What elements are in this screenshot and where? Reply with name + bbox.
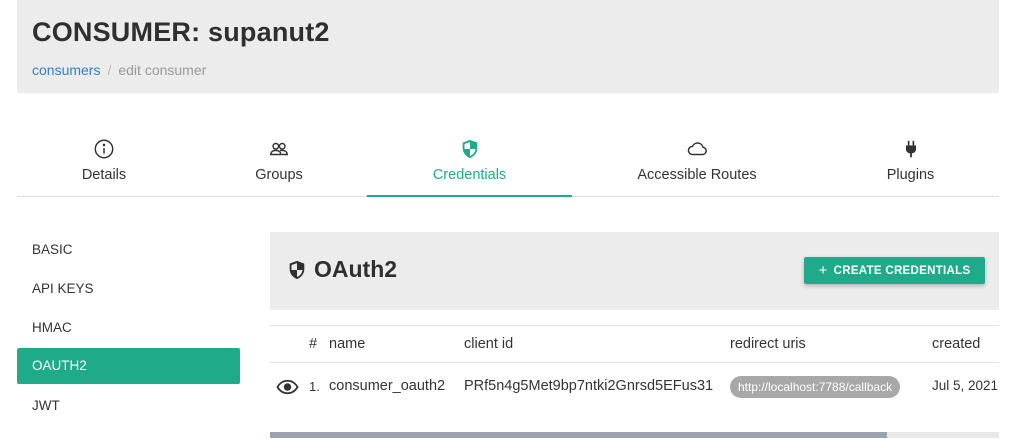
table-header-divider xyxy=(270,362,999,363)
tab-plugins[interactable]: Plugins xyxy=(822,128,999,197)
tab-groups[interactable]: Groups xyxy=(191,128,367,197)
column-header-client-id[interactable]: client id xyxy=(464,336,513,352)
plug-icon xyxy=(905,140,916,158)
shield-icon xyxy=(289,260,305,280)
row-client-id: PRf5n4g5Met9bp7ntki2Gnrsd5EFus31 xyxy=(464,378,714,394)
create-credentials-label: CREATE CREDENTIALS xyxy=(833,265,971,277)
row-name: consumer_oauth2 xyxy=(329,378,446,394)
column-header-index: # xyxy=(309,336,318,352)
tab-label: Details xyxy=(81,167,127,183)
tab-label: Credentials xyxy=(432,167,507,183)
redirect-uri-chip[interactable]: http://localhost:7788/callback xyxy=(730,376,901,398)
breadcrumb-link-consumers[interactable]: consumers xyxy=(32,62,100,78)
sidebar-item-jwt[interactable]: JWT xyxy=(17,388,240,424)
page-header: CONSUMER: supanut2 consumers / edit consum… xyxy=(17,0,999,93)
create-credentials-button[interactable]: + CREATE CREDENTIALS xyxy=(804,257,985,284)
oauth2-panel-header: OAuth2 + CREATE CREDENTIALS xyxy=(270,232,999,310)
info-icon xyxy=(94,139,114,159)
tab-label: Plugins xyxy=(886,167,935,183)
scrollbar-thumb[interactable] xyxy=(270,432,887,438)
groups-icon xyxy=(270,142,288,156)
column-header-name[interactable]: name xyxy=(329,336,365,352)
tab-label: Accessible Routes xyxy=(637,167,757,183)
sidebar-item-basic[interactable]: BASIC xyxy=(17,232,240,268)
sidebar-item-hmac[interactable]: HMAC xyxy=(17,310,240,346)
tab-bar: Details Groups Credentials Accessible Ro… xyxy=(17,128,999,197)
eye-icon[interactable] xyxy=(276,379,299,395)
breadcrumb-current: edit consumer xyxy=(118,62,207,78)
tab-credentials[interactable]: Credentials xyxy=(367,128,572,197)
plus-icon: + xyxy=(818,262,828,279)
sidebar-item-oauth2[interactable]: OAUTH2 xyxy=(17,348,240,384)
breadcrumb-separator: / xyxy=(107,62,112,78)
row-index: 1. xyxy=(309,379,320,394)
breadcrumb: consumers / edit consumer xyxy=(32,62,206,78)
horizontal-scrollbar[interactable] xyxy=(270,432,999,438)
tab-label: Groups xyxy=(255,167,303,183)
credentials-table: # name client id redirect uris created 1… xyxy=(270,325,999,439)
panel-title: OAuth2 xyxy=(314,256,398,282)
page-title: CONSUMER: supanut2 xyxy=(32,17,330,47)
column-header-redirect-uris[interactable]: redirect uris xyxy=(730,336,806,352)
sidebar-item-api-keys[interactable]: API KEYS xyxy=(17,271,240,307)
cloud-icon xyxy=(687,142,707,156)
tab-details[interactable]: Details xyxy=(17,128,191,197)
tab-accessible-routes[interactable]: Accessible Routes xyxy=(572,128,822,197)
shield-icon xyxy=(462,139,477,159)
column-header-created[interactable]: created xyxy=(932,336,980,352)
row-created: Jul 5, 2021 xyxy=(932,378,999,393)
